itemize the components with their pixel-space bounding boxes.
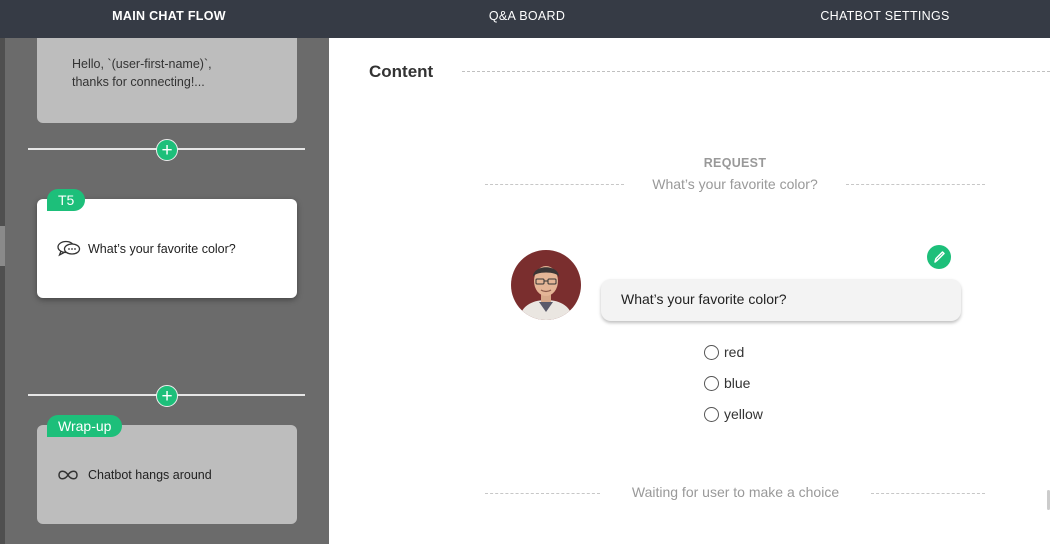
request-label: REQUEST <box>703 156 767 170</box>
request-message-bubble: What’s your favorite color? <box>601 279 961 321</box>
dashed-rule <box>846 184 985 185</box>
wrapup-tag: Wrap-up <box>47 415 123 437</box>
radio-button[interactable] <box>704 345 719 360</box>
t5-step-card[interactable]: What’s your favorite color? <box>37 199 297 298</box>
dashed-rule <box>485 493 600 494</box>
greeting-text: Hello, `(user-first-name)`, thanks for c… <box>72 55 212 91</box>
tab-qa-board[interactable]: Q&A BOARD <box>460 0 594 38</box>
dashed-rule <box>871 493 985 494</box>
edit-button[interactable] <box>927 245 951 269</box>
pencil-icon <box>934 251 945 263</box>
title-divider <box>462 71 1050 72</box>
waiting-status: Waiting for user to make a choice <box>631 484 840 500</box>
section-title: Content <box>369 62 434 81</box>
option-label: red <box>724 344 745 360</box>
top-navigation: MAIN CHAT FLOW Q&A BOARD CHATBOT SETTING… <box>0 0 1050 45</box>
dashed-rule <box>485 184 624 185</box>
t5-message: What’s your favorite color? <box>88 242 236 256</box>
greeting-text-line2: thanks for connecting!... <box>72 75 205 89</box>
radio-button[interactable] <box>704 407 719 422</box>
tab-main-chat-flow[interactable]: MAIN CHAT FLOW <box>90 0 248 45</box>
content-panel: Content REQUEST What’s your favorite col… <box>329 38 1050 544</box>
infinity-icon <box>58 470 78 480</box>
option-label: blue <box>724 375 751 391</box>
chat-flow-panel[interactable]: Hello, `(user-first-name)`, thanks for c… <box>0 38 329 544</box>
option-label: yellow <box>724 406 763 422</box>
add-step-button[interactable]: + <box>156 385 178 407</box>
add-step-button[interactable]: + <box>156 139 178 161</box>
wrapup-step-card[interactable]: Chatbot hangs around <box>37 425 297 524</box>
t5-tag: T5 <box>47 189 86 211</box>
radio-button[interactable] <box>704 376 719 391</box>
bot-avatar <box>511 250 581 320</box>
greeting-step-card[interactable]: Hello, `(user-first-name)`, thanks for c… <box>37 38 297 123</box>
wrapup-message: Chatbot hangs around <box>88 468 212 482</box>
chat-bubbles-icon <box>57 240 81 257</box>
request-text: What’s your favorite color? <box>652 176 818 192</box>
tab-chatbot-settings[interactable]: CHATBOT SETTINGS <box>800 0 970 38</box>
bubble-text: What’s your favorite color? <box>621 291 787 307</box>
flow-rail-marker <box>0 226 5 266</box>
flow-rail <box>0 38 5 544</box>
greeting-text-line1: Hello, `(user-first-name)`, <box>72 57 212 71</box>
